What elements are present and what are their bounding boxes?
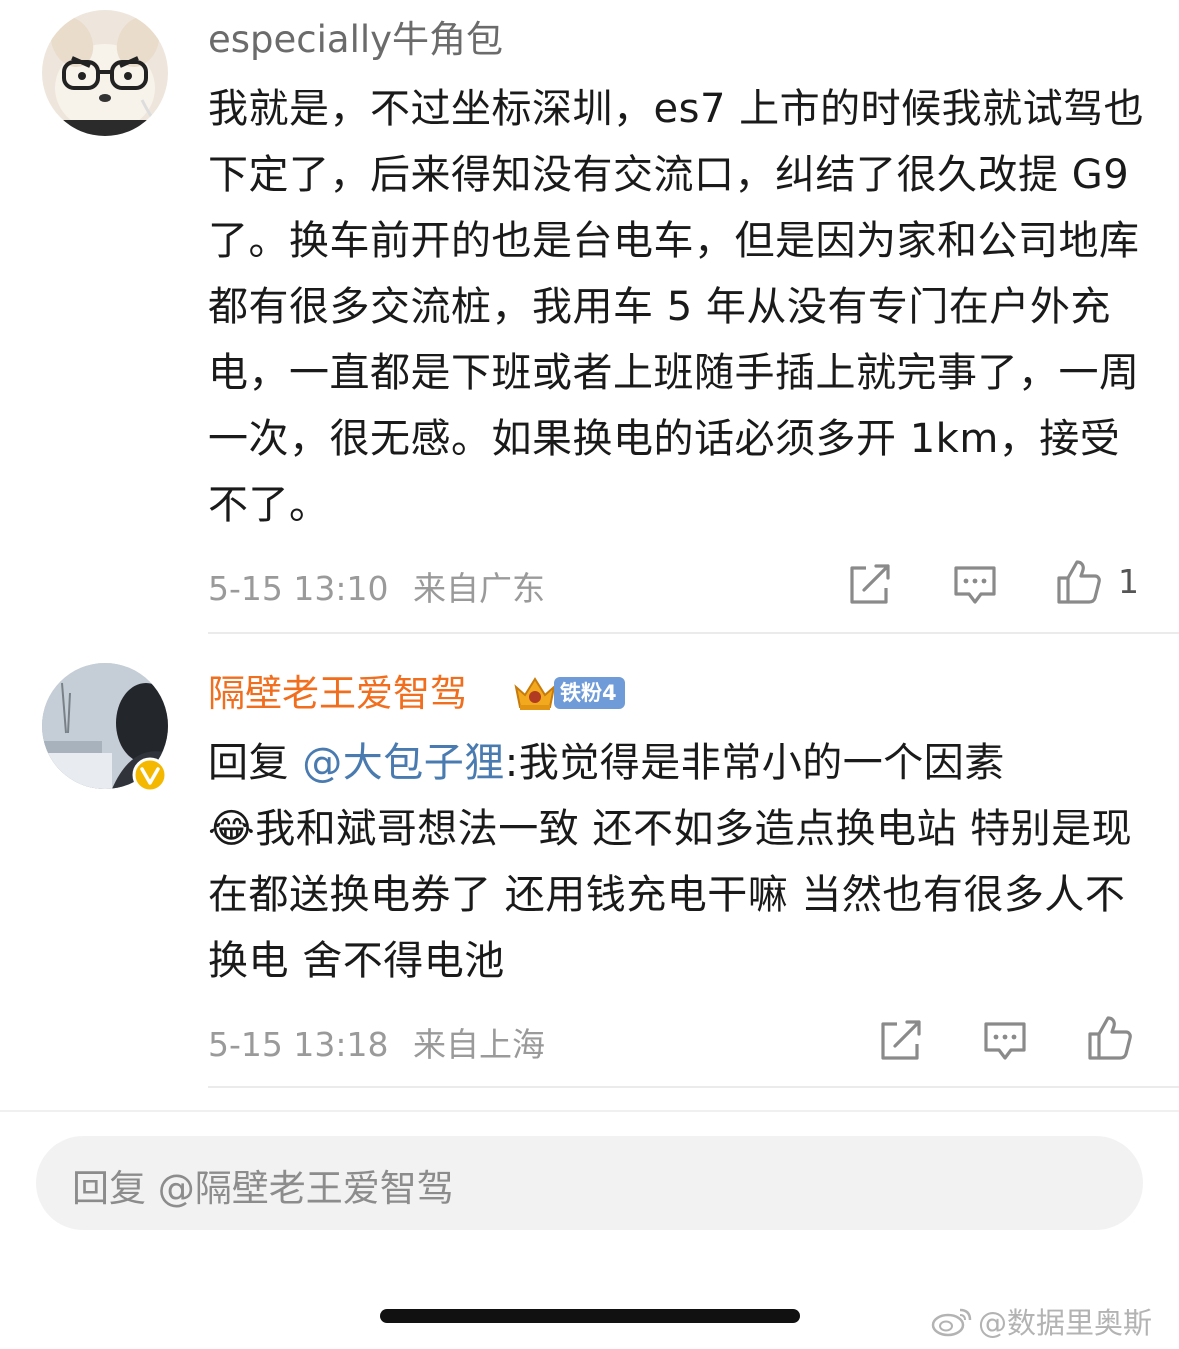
divider xyxy=(208,1086,1179,1088)
weibo-logo-icon xyxy=(931,1308,972,1337)
comment-body: 我就是，不过坐标深圳，es7 上市的时候我就试驾也下定了，后来得知没有交流口，纠… xyxy=(208,86,1145,528)
comment-icon[interactable] xyxy=(981,1016,1029,1064)
avatar-image xyxy=(42,16,168,136)
fan-badge[interactable]: 铁粉4 xyxy=(510,673,625,713)
verified-badge-icon xyxy=(132,757,168,793)
section-separator xyxy=(0,1110,1179,1112)
comment-location: 来自广东 xyxy=(413,569,545,608)
avatar[interactable] xyxy=(42,10,168,136)
like-count: 1 xyxy=(1118,562,1139,601)
comment-meta: 5-15 13:10 来自广东 xyxy=(208,562,545,610)
comment-body: 回复 @大包子狸:我觉得是非常小的一个因素 😂我和斌哥想法一致 还不如多造点换电… xyxy=(208,730,1148,994)
comment-location: 来自上海 xyxy=(413,1025,545,1064)
fan-badge-label: 铁粉4 xyxy=(554,677,625,709)
comment-username[interactable]: 隔壁老王爱智驾 xyxy=(208,670,467,718)
reply-text-continued: 我和斌哥想法一致 还不如多造点换电站 特别是现在都送换电券了 还用钱充电干嘛 当… xyxy=(208,806,1133,984)
home-indicator[interactable] xyxy=(380,1309,800,1323)
crown-icon xyxy=(514,677,556,710)
comment-username[interactable]: especially牛角包 xyxy=(208,16,503,64)
comment-time: 5-15 13:18 xyxy=(208,1025,389,1064)
comment-meta: 5-15 13:18 来自上海 xyxy=(208,1018,545,1066)
share-icon[interactable] xyxy=(846,560,894,608)
comment-time: 5-15 13:10 xyxy=(208,569,389,608)
divider xyxy=(208,632,1179,634)
reply-input[interactable]: 回复 @隔壁老王爱智驾 xyxy=(36,1136,1143,1230)
like-icon[interactable] xyxy=(1055,558,1103,606)
mention-link[interactable]: @大包子狸 xyxy=(302,740,505,786)
share-icon[interactable] xyxy=(877,1016,925,1064)
laughing-emoji-icon: 😂 xyxy=(208,806,256,852)
like-icon[interactable] xyxy=(1086,1014,1134,1062)
reply-input-placeholder: 回复 @隔壁老王爱智驾 xyxy=(72,1167,454,1210)
watermark-text: @数据里奥斯 xyxy=(978,1306,1153,1340)
comment-icon[interactable] xyxy=(951,560,999,608)
reply-prefix: 回复 xyxy=(208,740,289,786)
watermark: @数据里奥斯 xyxy=(930,1300,1152,1342)
reply-text: :我觉得是非常小的一个因素 xyxy=(504,740,1005,786)
